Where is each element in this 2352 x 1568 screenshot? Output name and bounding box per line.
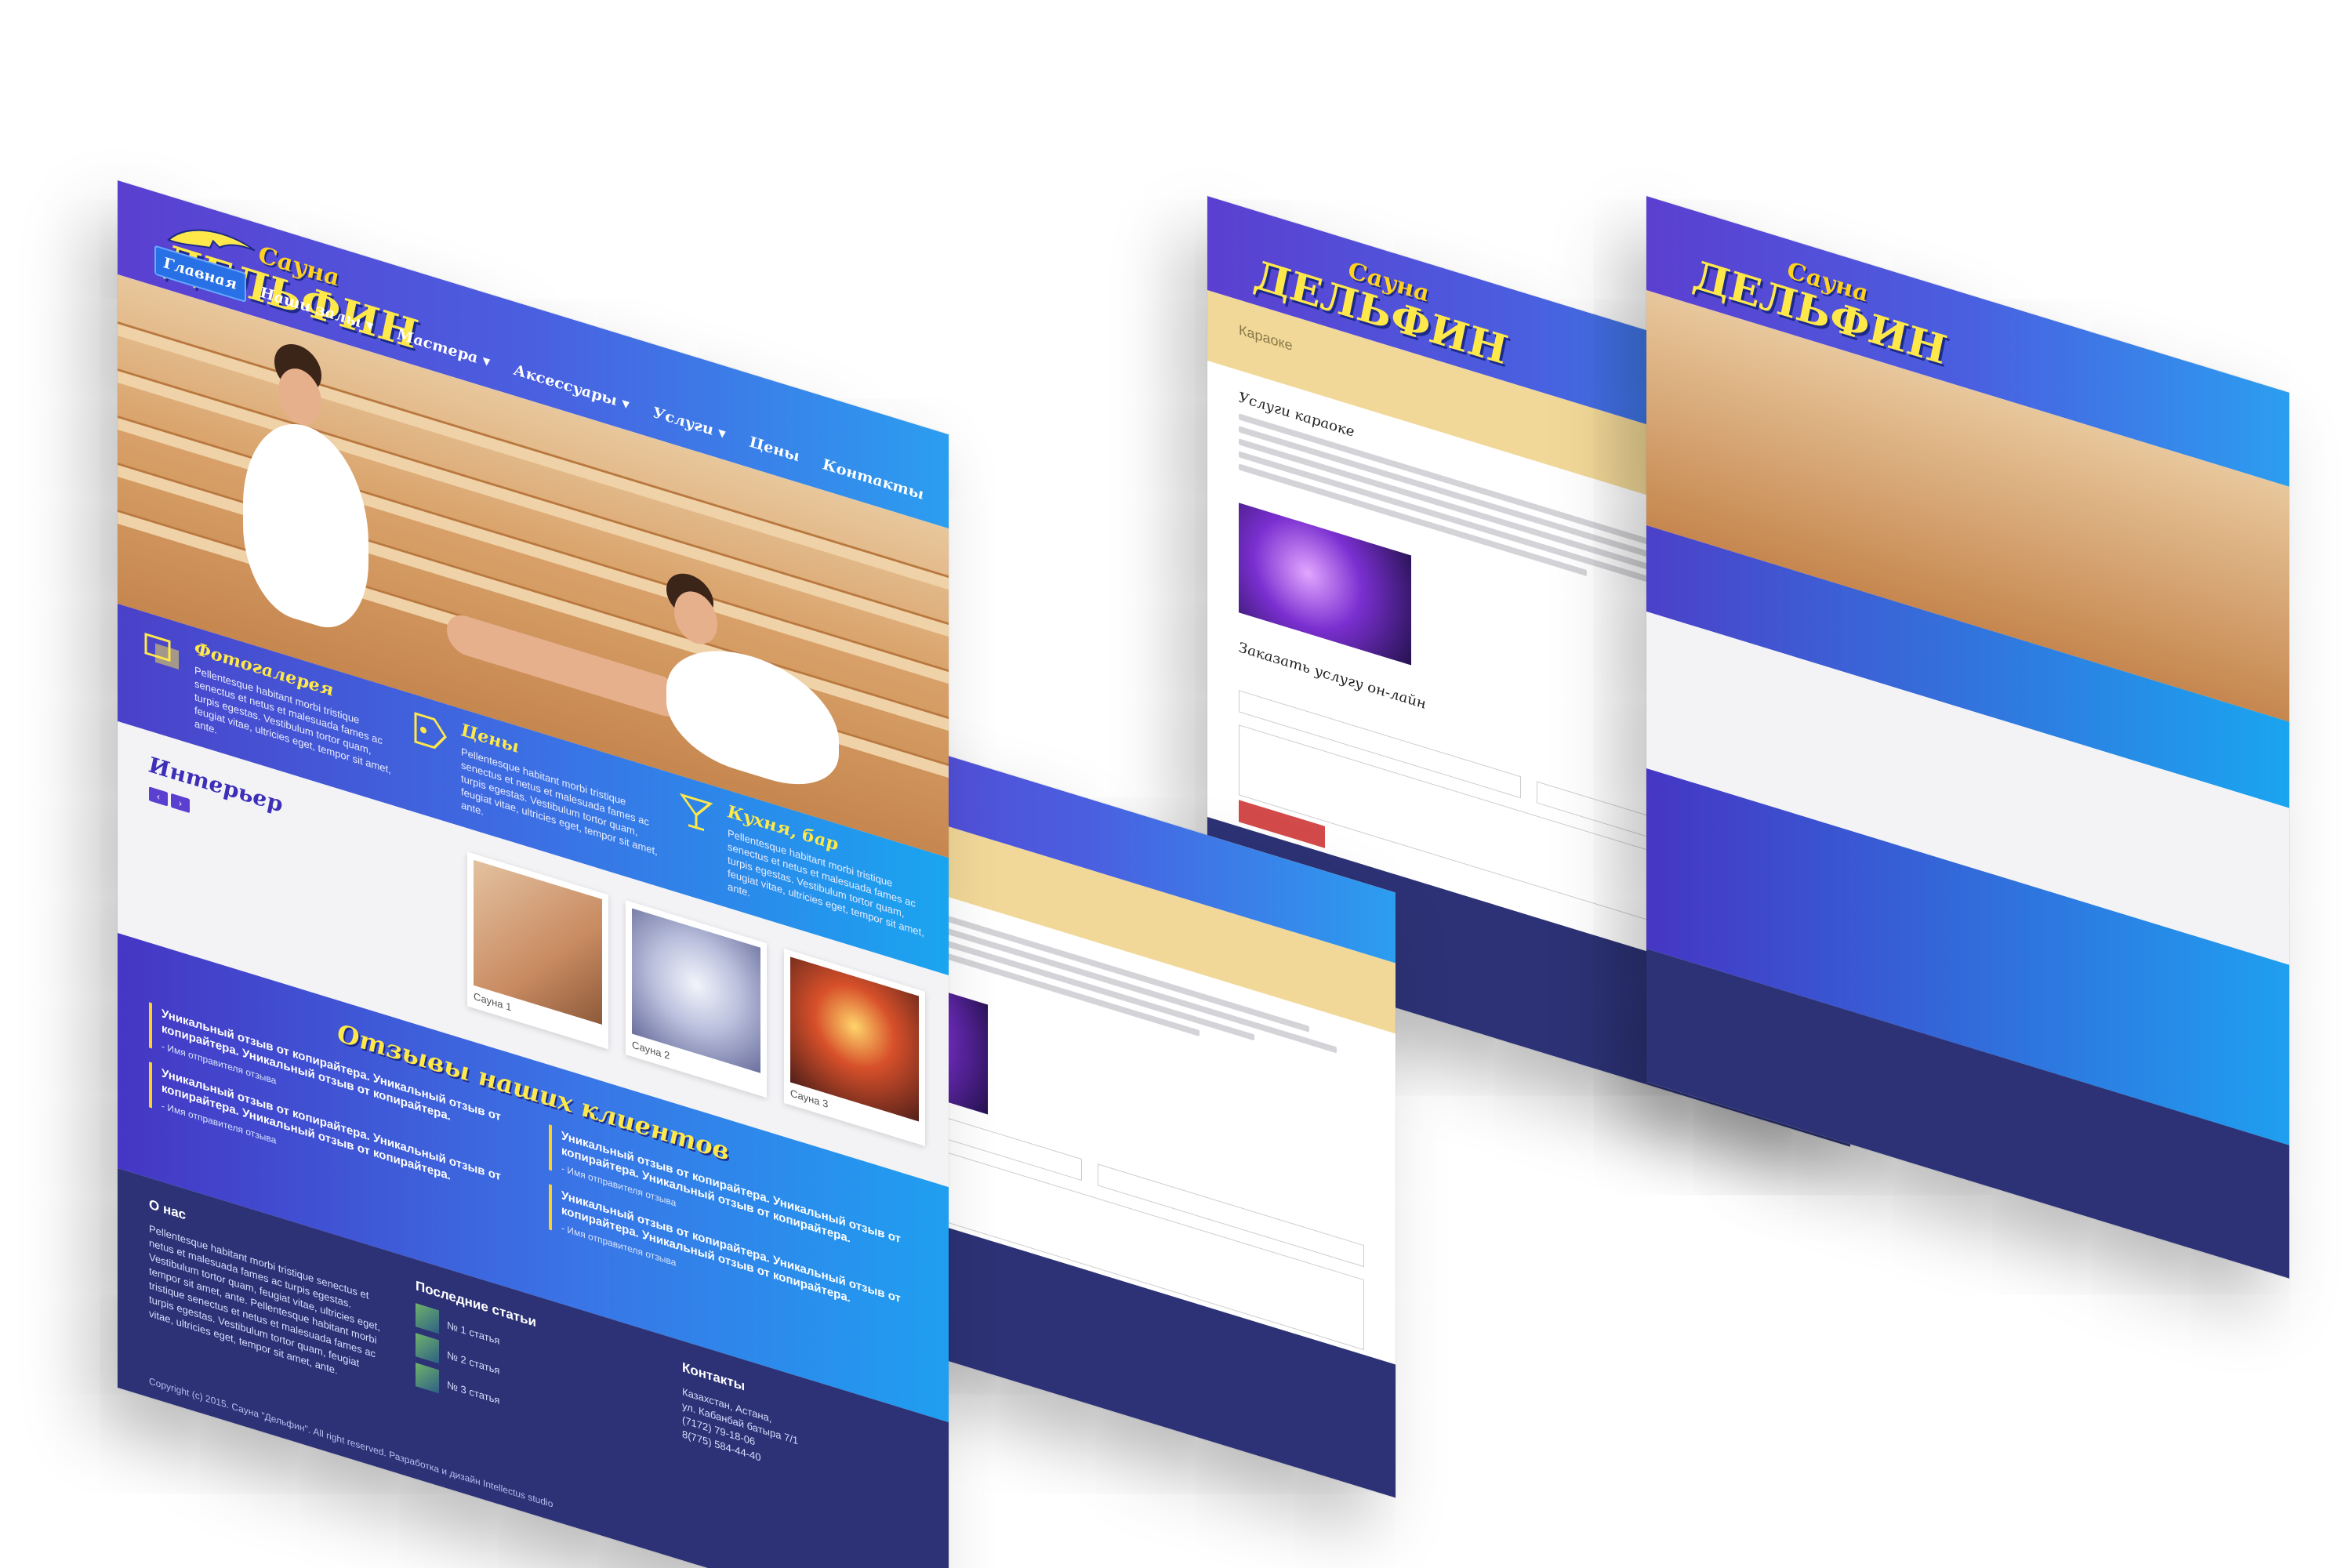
gallery-card[interactable]: Сауна 3 [784,948,925,1146]
carousel-next-button[interactable]: › [171,793,190,814]
post-title: № 2 статья [447,1348,500,1377]
gallery-card[interactable]: Сауна 2 [626,900,767,1098]
photo-gallery-icon [144,633,179,670]
post-title: № 3 статья [447,1377,500,1406]
post-thumbnail [416,1363,439,1394]
post-thumbnail [416,1303,439,1334]
post-thumbnail [416,1333,439,1364]
gallery-card[interactable]: Сауна 1 [467,851,608,1050]
home-page: Сауна ДЕЛЬФИН Главная Наши залы ▾ Мастер… [118,180,949,1568]
cocktail-icon [679,793,713,832]
post-title: № 1 статья [447,1318,500,1347]
carousel-prev-button[interactable]: ‹ [149,786,168,807]
price-tag-icon [414,712,447,750]
home-page-mockup-right: Сауна ДЕЛЬФИН [1646,196,2289,1279]
